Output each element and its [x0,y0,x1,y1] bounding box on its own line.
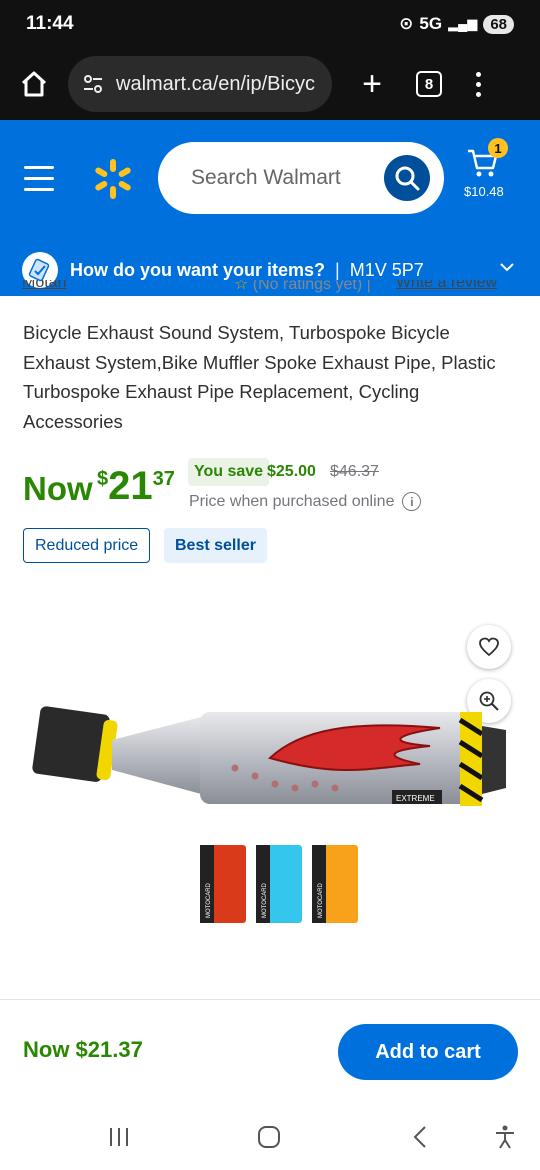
card-label-2: MOTOCARD [262,882,268,918]
home-button[interactable] [16,66,52,102]
more-menu-button[interactable] [476,71,481,97]
cart-count-badge: 1 [488,138,508,158]
brand-link[interactable]: Motah [22,280,66,292]
favorite-button[interactable] [467,625,511,669]
walmart-spark-logo[interactable] [92,158,134,200]
brand-rating-row: Motah ☆ (No ratings yet) | Write a revie… [22,280,522,296]
system-nav-bar [0,1104,540,1170]
url-bar[interactable]: walmart.ca/en/ip/Bicyc [68,56,332,112]
recent-apps-icon[interactable] [106,1124,132,1150]
site-settings-icon[interactable] [82,73,104,95]
accessibility-icon[interactable] [492,1124,518,1150]
battery-indicator: 68 [483,14,514,34]
write-review-link[interactable]: Write a review [396,280,497,292]
bottom-divider [0,999,540,1000]
current-price: $2137 [97,464,175,509]
card-label-3: MOTOCARD [318,882,324,918]
save-amount: $25.00 [267,463,316,480]
info-icon[interactable]: i [402,492,422,511]
was-price: $46.37 [330,463,379,480]
reduced-price-badge: Reduced price [23,528,151,563]
product-title: Bicycle Exhaust Sound System, Turbospoke… [23,322,496,432]
add-to-cart-button[interactable]: Add to cart [338,1024,518,1080]
card-label-1: MOTOCARD [206,882,212,918]
you-save-badge: You save [188,458,270,486]
heart-icon [479,637,499,657]
price-note-text: Price when purchased online [189,492,395,510]
signal-icon: ▂▄▆ [448,16,478,31]
star-icon: ☆ [234,280,249,293]
cart-total: $10.48 [464,184,504,199]
product-image[interactable]: EXTREME MOTOCARD MOTOCARD MOTOCARD [20,690,520,940]
rating-label: (No ratings yet) [252,280,363,293]
network-label: 5G [419,14,443,33]
menu-button[interactable] [24,166,54,199]
now-label: Now [23,470,93,507]
delivery-separator: | [335,259,340,280]
best-seller-badge: Best seller [164,528,267,563]
status-bar: 11:44 ⊙ 5G ▂▄▆ 68 [0,0,540,48]
price-currency: $ [97,468,109,490]
home-icon [21,71,47,97]
delivery-question: How do you want your items? [70,259,326,280]
decal-text: EXTREME [396,794,435,803]
home-nav-icon[interactable] [256,1124,282,1150]
bottom-price: Now $21.37 [23,1037,143,1062]
chevron-down-icon [500,263,514,272]
search-input[interactable]: Search Walmart [158,142,444,214]
search-placeholder: Search Walmart [191,166,341,189]
url-text: walmart.ca/en/ip/Bicyc [116,72,315,95]
price-cents: 37 [152,468,175,490]
cart-button[interactable]: 1 $10.48 [462,138,522,202]
browser-toolbar: walmart.ca/en/ip/Bicyc + 8 [0,48,540,120]
rating-text: ☆ (No ratings yet) | [234,280,371,294]
new-tab-button[interactable]: + [354,67,390,101]
back-icon[interactable] [408,1124,434,1150]
hotspot-icon: ⊙ [399,14,414,33]
search-button[interactable] [384,155,430,201]
tab-switcher-button[interactable]: 8 [416,71,442,97]
price-whole: 21 [108,464,153,508]
price-note: Price when purchased online i [189,492,422,511]
status-time: 11:44 [26,13,74,34]
search-icon [395,166,420,191]
postal-code: M1V 5P7 [349,259,424,280]
